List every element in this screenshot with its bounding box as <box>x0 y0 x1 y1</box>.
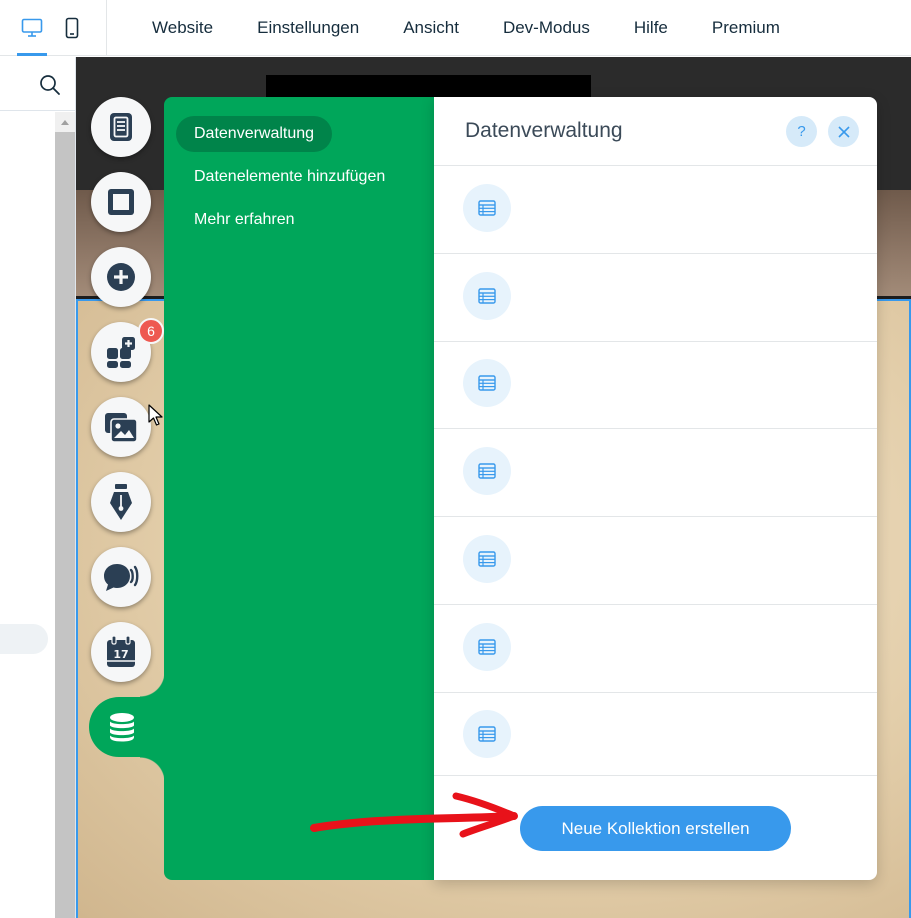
panel-title: Datenverwaltung <box>465 119 623 142</box>
calendar-icon: 17 <box>107 635 135 667</box>
main-menu: Website Einstellungen Ansicht Dev-Modus … <box>130 0 802 56</box>
apps-notification-badge: 6 <box>138 318 164 344</box>
collection-row[interactable] <box>434 692 877 780</box>
collection-row[interactable] <box>434 517 877 605</box>
apps-icon <box>107 337 135 368</box>
table-icon <box>478 288 496 304</box>
collection-icon-badge <box>463 535 511 583</box>
search-row <box>0 57 75 111</box>
close-icon <box>837 125 850 138</box>
active-tab-notch-top <box>140 672 164 697</box>
scrollbar[interactable] <box>55 112 75 918</box>
device-toggle <box>0 0 107 56</box>
collection-row[interactable] <box>434 605 877 693</box>
close-button[interactable] <box>828 116 859 147</box>
scroll-up-button[interactable] <box>55 112 75 132</box>
media-icon <box>105 413 138 443</box>
collection-icon-badge <box>463 184 511 232</box>
desktop-icon <box>21 18 43 37</box>
menu-view[interactable]: Ansicht <box>381 18 481 38</box>
mouse-cursor-icon <box>148 404 163 426</box>
media-button[interactable] <box>91 397 151 457</box>
pen-nib-icon <box>110 484 132 520</box>
plus-circle-icon <box>107 263 135 291</box>
blog-button[interactable] <box>91 472 151 532</box>
nav-learn-more[interactable]: Mehr erfahren <box>176 202 313 238</box>
table-icon <box>478 375 496 391</box>
chat-button[interactable] <box>91 547 151 607</box>
triangle-up-icon <box>61 119 69 125</box>
top-bar: Website Einstellungen Ansicht Dev-Modus … <box>0 0 911 56</box>
collection-row[interactable] <box>434 429 877 517</box>
chat-icon <box>104 564 139 591</box>
table-icon <box>478 463 496 479</box>
collection-icon-badge <box>463 710 511 758</box>
add-elements-button[interactable] <box>91 247 151 307</box>
collection-icon-badge <box>463 272 511 320</box>
collection-icon-badge <box>463 359 511 407</box>
menu-settings[interactable]: Einstellungen <box>235 18 381 38</box>
annotation-arrow-icon <box>310 792 518 838</box>
calendar-day: 17 <box>113 648 128 661</box>
desktop-view-button[interactable] <box>13 0 51 56</box>
help-icon: ? <box>797 123 806 140</box>
table-icon <box>478 200 496 216</box>
data-panel-content: Datenverwaltung ? Neue Kollektion erstel… <box>434 97 877 880</box>
collection-icon-badge <box>463 623 511 671</box>
footer-divider <box>434 775 877 776</box>
mobile-icon <box>65 17 79 39</box>
collection-icon-badge <box>463 447 511 495</box>
collection-row[interactable] <box>434 166 877 254</box>
menu-dev-mode[interactable]: Dev-Modus <box>481 18 612 38</box>
data-panel-nav: Datenverwaltung Datenelemente hinzufügen… <box>164 97 434 880</box>
pages-icon <box>110 113 132 141</box>
table-icon <box>478 551 496 567</box>
list-item[interactable] <box>0 624 48 654</box>
menu-website[interactable]: Website <box>130 18 235 38</box>
active-tab-notch-bottom <box>140 757 164 782</box>
nav-data-management[interactable]: Datenverwaltung <box>176 116 333 152</box>
background-button[interactable] <box>91 172 151 232</box>
help-button[interactable]: ? <box>786 116 817 147</box>
menu-premium[interactable]: Premium <box>690 18 802 38</box>
menu-help[interactable]: Hilfe <box>612 18 690 38</box>
pages-button[interactable] <box>91 97 151 157</box>
database-icon <box>110 713 134 742</box>
collection-row[interactable] <box>434 254 877 342</box>
collection-row[interactable] <box>434 341 877 429</box>
nav-add-data-elements[interactable]: Datenelemente hinzufügen <box>176 159 403 195</box>
search-icon <box>40 75 60 95</box>
square-icon <box>108 189 134 215</box>
table-icon <box>478 726 496 742</box>
left-layers-panel <box>0 57 76 918</box>
table-icon <box>478 639 496 655</box>
search-button[interactable] <box>38 73 62 97</box>
mobile-view-button[interactable] <box>53 0 91 56</box>
create-collection-button[interactable]: Neue Kollektion erstellen <box>520 806 791 851</box>
